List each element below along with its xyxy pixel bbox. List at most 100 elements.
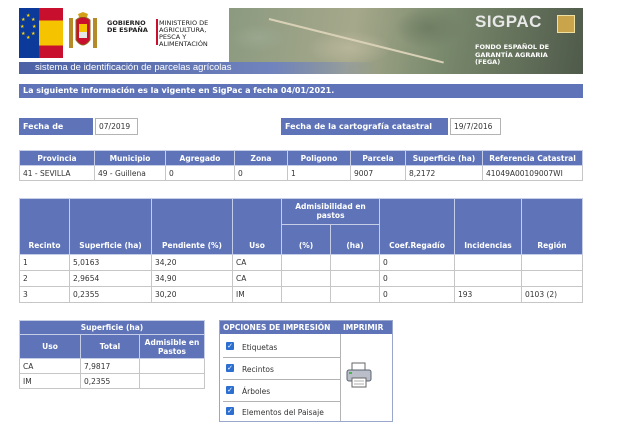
table-row: 41 - SEVILLA 49 - Guillena 0 0 1 9007 8,… xyxy=(19,165,583,181)
col-coef-regadio: Coef.Regadío xyxy=(379,198,455,255)
cell-admisible xyxy=(139,358,205,374)
superficie-title: Superficie (ha) xyxy=(19,320,205,335)
cell-uso: IM xyxy=(232,286,282,303)
sigpac-logo-icon xyxy=(557,15,575,33)
print-divider xyxy=(340,334,341,421)
cell-coef: 0 xyxy=(379,286,455,303)
fecha-vuelo-label: Fecha de vuelo: xyxy=(19,118,93,148)
col-superficie: Superficie (ha) xyxy=(405,150,483,166)
recintos-table: Recinto Superficie (ha) Pendiente (%) Us… xyxy=(19,198,583,303)
cell-total: 0,2355 xyxy=(80,373,140,389)
aerial-road xyxy=(268,18,444,64)
print-option-elementos-paisaje[interactable]: ✓ Elementos del Paisaje xyxy=(223,401,340,422)
cell-uso: IM xyxy=(19,373,81,389)
checkbox-checked-icon[interactable]: ✓ xyxy=(226,407,234,415)
cell-referencia-catastral: 41049A00109007WI xyxy=(482,165,583,181)
col-referencia-catastral: Referencia Catastral xyxy=(482,150,583,166)
print-option-arboles[interactable]: ✓ Árboles xyxy=(223,380,340,402)
info-bar: La siguiente información es la vigente e… xyxy=(19,84,583,98)
fega-text: FONDO ESPAÑOL DE GARANTÍA AGRARIA (FEGA) xyxy=(475,43,550,66)
cell-coef: 0 xyxy=(379,270,455,287)
printer-icon[interactable] xyxy=(344,361,374,389)
fecha-cartografia-value: 19/7/2016 xyxy=(450,118,501,135)
cell-agregado: 0 xyxy=(165,165,235,181)
print-option-label: Árboles xyxy=(242,387,271,396)
cell-adm-pct xyxy=(281,286,331,303)
col-superficie-ha: Superficie (ha) xyxy=(69,198,152,255)
print-options-title: OPCIONES DE IMPRESIÓN xyxy=(223,323,331,332)
sigpac-logo-text: SIGPAC xyxy=(475,12,542,31)
cell-incidencias xyxy=(454,270,522,287)
checkbox-checked-icon[interactable]: ✓ xyxy=(226,364,234,372)
print-option-label: Elementos del Paisaje xyxy=(242,408,324,417)
parcela-table: Provincia Municipio Agregado Zona Poligo… xyxy=(19,150,583,181)
superficie-table: Superficie (ha) Uso Total Admisible en P… xyxy=(19,320,205,389)
checkbox-checked-icon[interactable]: ✓ xyxy=(226,386,234,394)
spain-flag xyxy=(39,8,63,58)
header-banner: ★ ★ ★ ★ ★ ★ ★ ★ GOBIERNO DE ESPAÑA MINIS… xyxy=(19,8,583,74)
cell-incidencias xyxy=(454,254,522,271)
cell-adm-pct xyxy=(281,270,331,287)
cell-pendiente: 34,20 xyxy=(151,254,233,271)
cell-recinto: 1 xyxy=(19,254,70,271)
superficie-title-row: Superficie (ha) xyxy=(19,320,205,335)
sigpac-logo: SIGPAC xyxy=(475,12,575,38)
cell-superficie: 5,0163 xyxy=(69,254,152,271)
col-provincia: Provincia xyxy=(19,150,95,166)
cell-superficie: 8,2172 xyxy=(405,165,483,181)
table-row: 2 2,9654 34,90 CA 0 xyxy=(19,270,583,287)
col-adm-ha: (ha) xyxy=(330,224,380,255)
subtitle-text: sistema de identificación de parcelas ag… xyxy=(35,62,232,73)
col-pendiente: Pendiente (%) xyxy=(151,198,233,255)
cell-region: 0103 (2) xyxy=(521,286,583,303)
col-poligono: Poligono xyxy=(287,150,351,166)
cell-region xyxy=(521,254,583,271)
checkbox-checked-icon[interactable]: ✓ xyxy=(226,342,234,350)
cell-adm-ha xyxy=(330,286,380,303)
print-option-label: Etiquetas xyxy=(242,343,278,352)
print-options-header: OPCIONES DE IMPRESIÓN IMPRIMIR xyxy=(220,321,392,334)
table-row: 1 5,0163 34,20 CA 0 xyxy=(19,254,583,271)
print-options-panel: OPCIONES DE IMPRESIÓN IMPRIMIR ✓ Etiquet… xyxy=(219,320,393,422)
cell-superficie: 0,2355 xyxy=(69,286,152,303)
recintos-header-row-1: Recinto Superficie (ha) Pendiente (%) Us… xyxy=(19,198,583,255)
cell-municipio: 49 - Guillena xyxy=(94,165,166,181)
cell-uso: CA xyxy=(232,270,282,287)
col-recinto: Recinto xyxy=(19,198,70,255)
cell-uso: CA xyxy=(19,358,81,374)
cell-superficie: 2,9654 xyxy=(69,270,152,287)
table-row: IM 0,2355 xyxy=(19,373,205,389)
cell-region xyxy=(521,270,583,287)
cell-adm-pct xyxy=(281,254,331,271)
ministerio-divider xyxy=(156,19,158,45)
cell-recinto: 3 xyxy=(19,286,70,303)
table-row: 3 0,2355 30,20 IM 0 193 0103 (2) xyxy=(19,286,583,303)
col-total: Total xyxy=(80,334,140,359)
cell-poligono: 1 xyxy=(287,165,351,181)
fecha-cartografia-label: Fecha de la cartografía catastral (1): xyxy=(281,118,448,148)
cell-adm-ha xyxy=(330,254,380,271)
col-admisibilidad: Admisibilidad en pastos xyxy=(281,198,380,225)
cell-parcela: 9007 xyxy=(350,165,406,181)
parcela-header-row: Provincia Municipio Agregado Zona Poligo… xyxy=(19,150,583,166)
cell-incidencias: 193 xyxy=(454,286,522,303)
print-option-etiquetas[interactable]: ✓ Etiquetas xyxy=(223,336,340,358)
col-admisible-pastos: Admisible en Pastos xyxy=(139,334,205,359)
gobierno-text: GOBIERNO DE ESPAÑA xyxy=(107,19,148,34)
cell-pendiente: 34,90 xyxy=(151,270,233,287)
cell-zona: 0 xyxy=(234,165,288,181)
col-zona: Zona xyxy=(234,150,288,166)
col-incidencias: Incidencias xyxy=(454,198,522,255)
col-uso: Uso xyxy=(232,198,282,255)
col-region: Región xyxy=(521,198,583,255)
col-agregado: Agregado xyxy=(165,150,235,166)
cell-coef: 0 xyxy=(379,254,455,271)
eu-flag: ★ ★ ★ ★ ★ ★ ★ ★ xyxy=(19,8,39,58)
ministerio-text: MINISTERIO DE AGRICULTURA, PESCA Y ALIME… xyxy=(159,19,209,48)
col-parcela: Parcela xyxy=(350,150,406,166)
cell-adm-ha xyxy=(330,270,380,287)
col-municipio: Municipio xyxy=(94,150,166,166)
print-option-recintos[interactable]: ✓ Recintos xyxy=(223,358,340,380)
cell-recinto: 2 xyxy=(19,270,70,287)
table-row: CA 7,9817 xyxy=(19,358,205,374)
